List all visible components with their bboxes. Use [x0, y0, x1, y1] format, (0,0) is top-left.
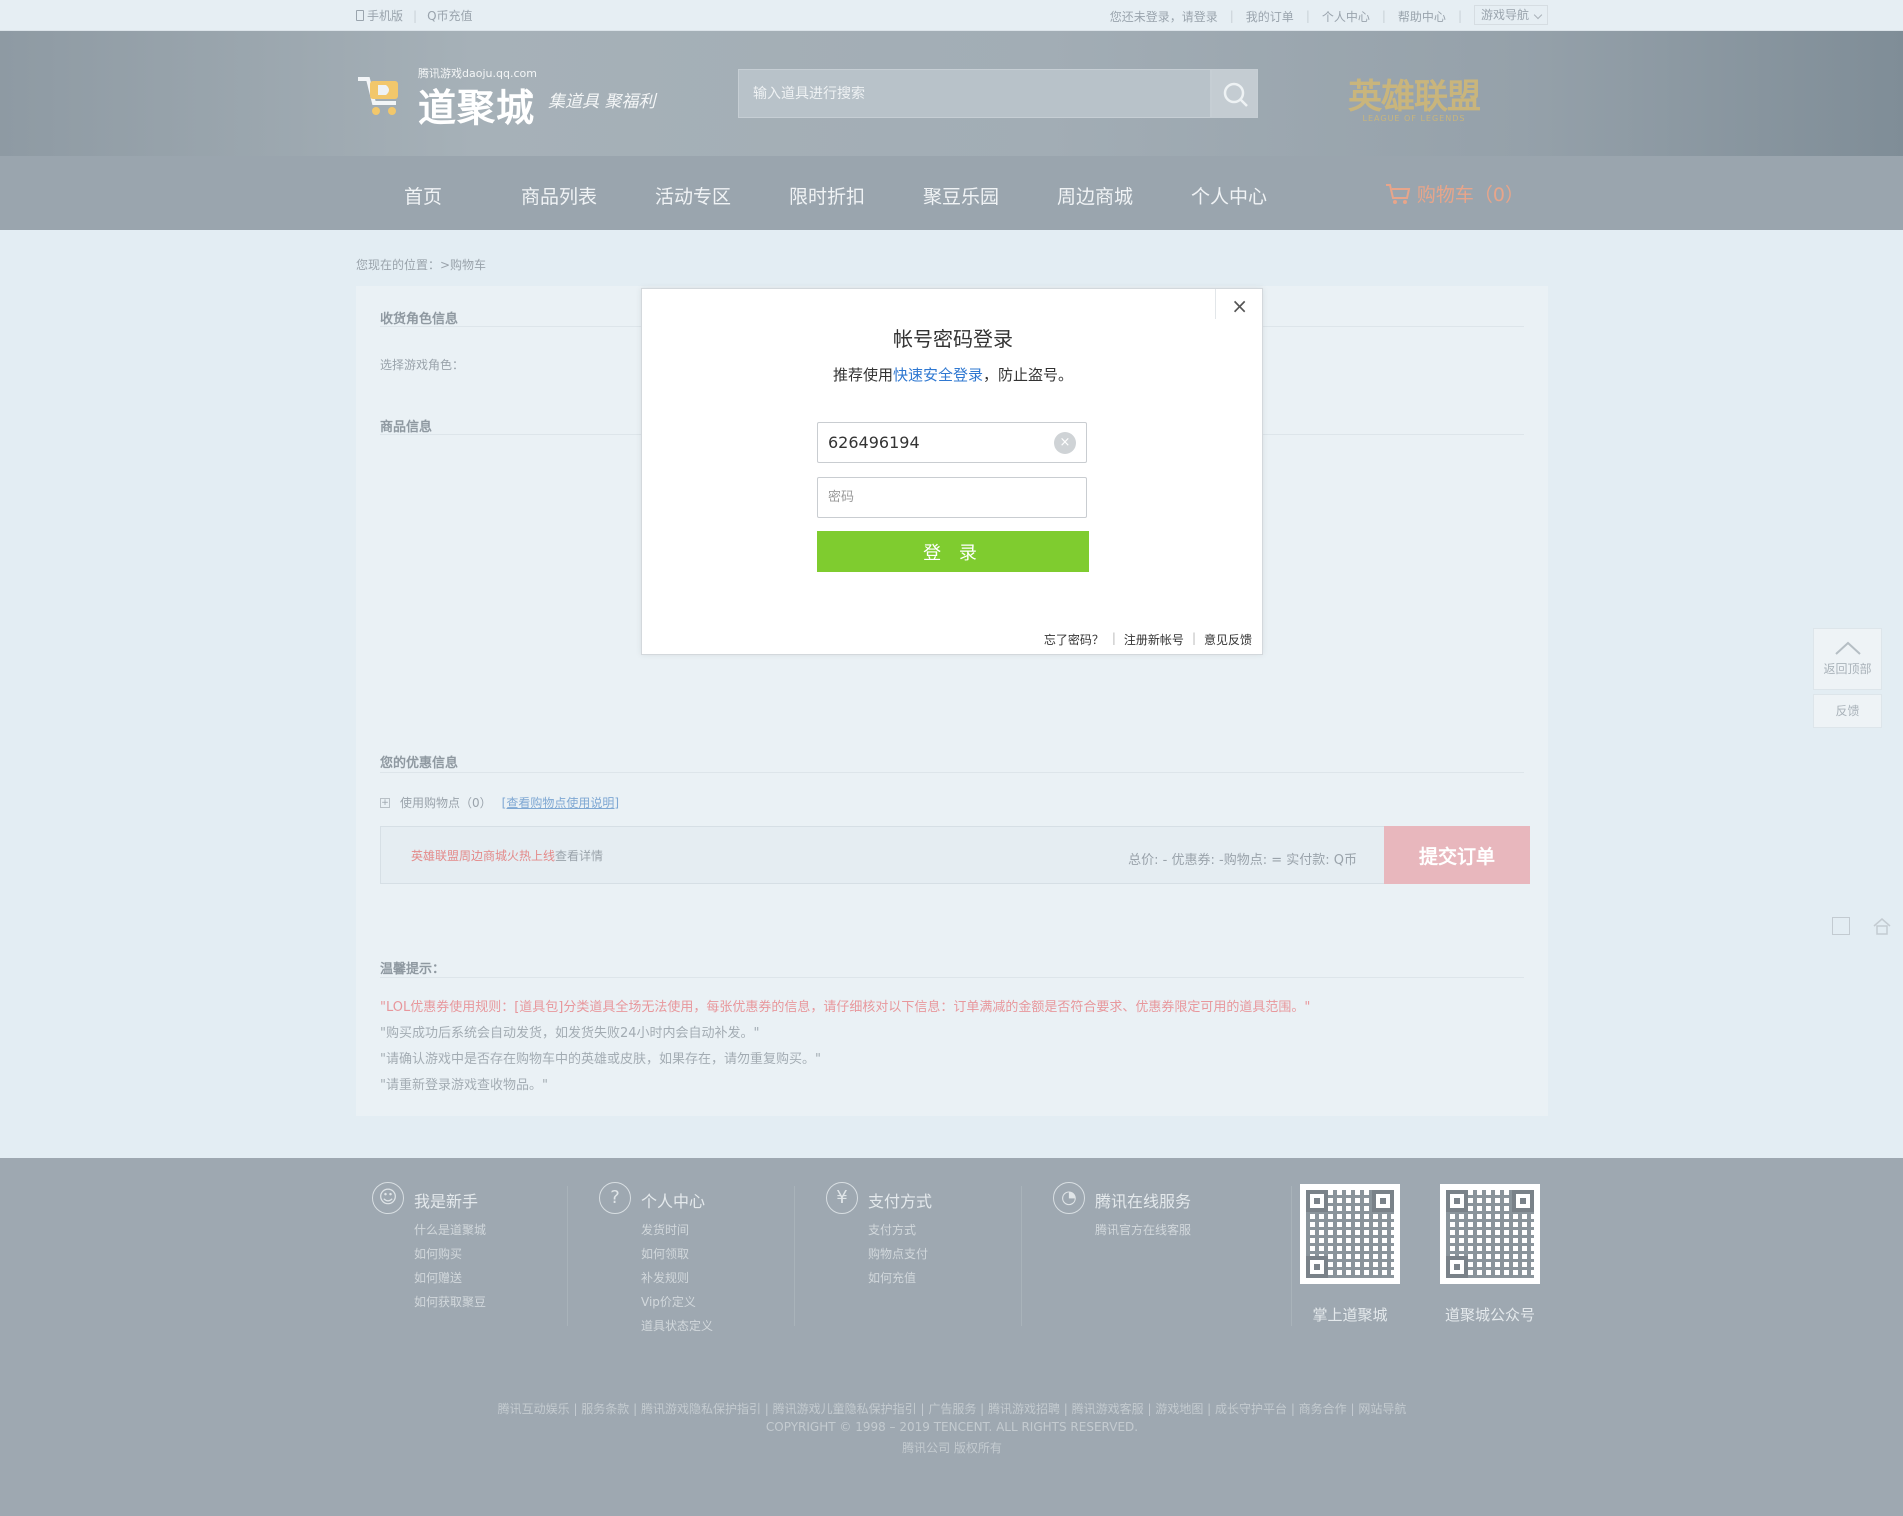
login-prompt-link[interactable]: 您还未登录，请登录 [1110, 8, 1218, 25]
footer-links[interactable]: 腾讯互动娱乐 | 服务条款 | 腾讯游戏隐私保护指引 | 腾讯游戏儿童隐私保护指… [356, 1400, 1548, 1417]
account-field: × [817, 422, 1087, 463]
nav-item-merch[interactable]: 周边商城 [1057, 182, 1133, 209]
footer-link[interactable]: 支付方式 [868, 1218, 928, 1242]
tip-auto-delivery: "购买成功后系统会自动发货，如发货失败24小时内会自动补发。" [380, 1026, 760, 1041]
feedback-link[interactable]: 意见反馈 [1204, 631, 1252, 648]
qr-code-wechat [1440, 1184, 1540, 1284]
footer-link[interactable]: 道具状态定义 [641, 1314, 713, 1338]
login-button[interactable]: 登 录 [817, 531, 1089, 572]
footer-link[interactable]: 腾讯官方在线客服 [1095, 1218, 1191, 1242]
service-icon: ◔ [1053, 1182, 1085, 1214]
expand-points-toggle[interactable]: + [380, 797, 390, 808]
yen-icon: ¥ [826, 1182, 858, 1214]
qr-caption-app: 掌上道聚城 [1312, 1306, 1388, 1324]
dialog-title: 帐号密码登录 [893, 327, 1013, 351]
close-icon[interactable]: × [1231, 294, 1248, 318]
game-nav-dropdown[interactable]: 游戏导航 [1473, 5, 1548, 25]
personal-center-link[interactable]: 个人中心 [1322, 8, 1370, 25]
nav-item-products[interactable]: 商品列表 [521, 182, 597, 209]
dialog-links: 忘了密码？ | 注册新帐号 | 意见反馈 [1043, 631, 1252, 648]
search-box [738, 69, 1258, 118]
password-field [817, 477, 1087, 518]
back-to-top-button[interactable]: 返回顶部 [1813, 628, 1882, 690]
nav-item-home[interactable]: 首页 [404, 182, 442, 209]
main-nav: 首页 商品列表 活动专区 限时折扣 聚豆乐园 周边商城 个人中心 购物车（0） [0, 156, 1903, 230]
copyright: COPYRIGHT © 1998 – 2019 TENCENT. ALL RIG… [765, 1420, 1139, 1434]
person-icon: ☺ [372, 1182, 404, 1214]
footer-link[interactable]: 补发规则 [641, 1266, 713, 1290]
register-link[interactable]: 注册新帐号 [1124, 631, 1184, 648]
forgot-password-link[interactable]: 忘了密码？ [1044, 631, 1104, 648]
nav-item-discount[interactable]: 限时折扣 [789, 182, 865, 209]
choose-role-label: 选择游戏角色： [380, 358, 465, 372]
footer-link[interactable]: 如何获取聚豆 [414, 1290, 486, 1314]
nav-item-personal[interactable]: 个人中心 [1191, 182, 1267, 209]
tips-title: 温馨提示： [380, 962, 446, 977]
footer-link[interactable]: 什么是道聚城 [414, 1218, 486, 1242]
order-summary-bar: 英雄联盟周边商城火热上线查看详情 总价: - 优惠券: -购物点: = 实付款:… [380, 826, 1530, 884]
note-icon[interactable] [1832, 917, 1850, 935]
footer-link[interactable]: 如何领取 [641, 1242, 713, 1266]
breadcrumb: 您现在的位置：>购物车 [356, 258, 487, 272]
site-logo[interactable]: 腾讯游戏daoju.qq.com 道聚城 集道具 聚福利 [356, 65, 656, 130]
submit-order-button[interactable]: 提交订单 [1384, 826, 1530, 884]
nav-item-bean-park[interactable]: 聚豆乐园 [923, 182, 999, 209]
logo-slogan: 集道具 聚福利 [548, 92, 656, 112]
discount-section-title: 您的优惠信息 [380, 756, 459, 771]
question-icon: ? [599, 1182, 631, 1214]
role-section-title: 收货角色信息 [380, 312, 459, 327]
footer-link[interactable]: Vip价定义 [641, 1290, 713, 1314]
footer-link[interactable]: 如何购买 [414, 1242, 486, 1266]
help-center-link[interactable]: 帮助中心 [1398, 8, 1446, 25]
points-help-link[interactable]: [查看购物点使用说明] [502, 794, 619, 811]
qr-code-app [1300, 1184, 1400, 1284]
recharge-link[interactable]: Q币充值 [427, 7, 472, 24]
side-feedback-button[interactable]: 反馈 [1813, 694, 1882, 728]
tip-coupon-rule: "LOL优惠券使用规则：[道具包]分类道具全场无法使用，每张优惠券的信息，请仔细… [380, 1000, 1311, 1015]
my-orders-link[interactable]: 我的订单 [1246, 8, 1294, 25]
footer-link[interactable]: 如何充值 [868, 1266, 928, 1290]
cart-link[interactable]: 购物车（0） [1385, 180, 1524, 207]
site-header: 腾讯游戏daoju.qq.com 道聚城 集道具 聚福利 英雄联盟 LEAGUE… [0, 31, 1903, 156]
tip-relogin: "请重新登录游戏查收物品。" [380, 1078, 548, 1093]
footer-link[interactable]: 购物点支付 [868, 1242, 928, 1266]
login-dialog: × 帐号密码登录 推荐使用快速安全登录，防止盗号。 × 登 录 忘了密码？ | … [641, 288, 1263, 655]
logo-title: 道聚城 [418, 86, 536, 130]
search-icon [1223, 82, 1248, 107]
dialog-subtitle: 推荐使用快速安全登录，防止盗号。 [832, 366, 1074, 384]
site-footer: ☺ 我是新手 什么是道聚城 如何购买 如何赠送 如何获取聚豆 ? 个人中心 发货… [0, 1158, 1903, 1516]
search-button[interactable] [1211, 69, 1258, 118]
password-input[interactable] [818, 478, 1086, 517]
home-icon[interactable] [1872, 916, 1892, 936]
order-total: 总价: - 优惠券: -购物点: = 实付款: Q币 [1128, 853, 1357, 868]
footer-link[interactable]: 发货时间 [641, 1218, 713, 1242]
use-points-label: 使用购物点（0） [400, 796, 492, 810]
promo-text[interactable]: 英雄联盟周边商城火热上线查看详情 [411, 847, 603, 864]
cart-icon [1385, 183, 1411, 204]
cart-logo-icon [358, 77, 398, 115]
top-bar: 手机版 | Q币充值 您还未登录，请登录 | 我的订单 | 个人中心 | 帮助中… [0, 0, 1903, 31]
phone-icon [356, 10, 364, 21]
tip-duplicate: "请确认游戏中是否存在购物车中的英雄或皮肤，如果存在，请勿重复购买。" [380, 1052, 821, 1067]
search-input[interactable] [738, 69, 1211, 118]
quick-login-link[interactable]: 快速安全登录 [893, 366, 983, 384]
game-logo[interactable]: 英雄联盟 LEAGUE OF LEGENDS [1344, 69, 1484, 123]
goods-section-title: 商品信息 [380, 420, 433, 435]
use-points-row: + 使用购物点（0） [查看购物点使用说明] [380, 794, 619, 811]
qr-caption-wechat: 道聚城公众号 [1444, 1306, 1535, 1324]
mobile-link[interactable]: 手机版 [356, 7, 403, 24]
account-input[interactable] [818, 423, 1086, 462]
nav-item-events[interactable]: 活动专区 [655, 182, 731, 209]
clear-icon[interactable]: × [1054, 432, 1076, 454]
rights-reserved: 腾讯公司 版权所有 [902, 1441, 1002, 1455]
footer-link[interactable]: 如何赠送 [414, 1266, 486, 1290]
chevron-up-icon [1834, 641, 1861, 655]
